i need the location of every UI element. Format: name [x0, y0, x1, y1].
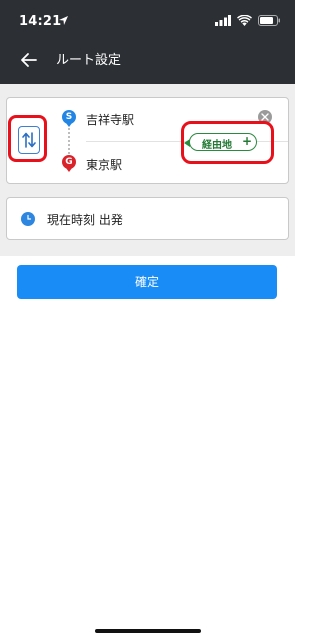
- start-pin-tail: [66, 123, 72, 127]
- start-pin-icon: S: [62, 110, 76, 124]
- status-bar: 14:21: [0, 0, 295, 42]
- goal-pin-tail: [66, 168, 72, 172]
- battery-icon: [258, 15, 280, 26]
- via-highlight-annotation: [181, 121, 274, 164]
- wifi-icon: [237, 15, 252, 26]
- goal-pin-icon: G: [62, 155, 76, 169]
- route-form: S G 吉祥寺駅 東京駅 経由地 + 現在時刻 出発: [0, 84, 295, 256]
- start-station-field[interactable]: 吉祥寺駅: [86, 111, 134, 128]
- header: ルート設定: [0, 42, 295, 84]
- top-bar: 14:21 ルート設定: [0, 0, 295, 84]
- route-settings-screen: 14:21 ルート設定 S G 吉祥寺駅 東京駅 経由地 + 現在時刻 出発 確…: [0, 0, 295, 640]
- status-time: 14:21: [19, 14, 62, 29]
- departure-time-field[interactable]: 現在時刻 出発: [6, 197, 289, 240]
- home-indicator: [95, 629, 201, 633]
- page-title: ルート設定: [56, 53, 122, 68]
- clock-icon: [21, 212, 35, 226]
- cellular-signal-icon: [215, 15, 231, 26]
- route-connector: [68, 128, 70, 154]
- departure-time-label: 現在時刻 出発: [47, 213, 123, 227]
- clear-icon: [261, 113, 269, 121]
- route-card: S G 吉祥寺駅 東京駅 経由地 +: [6, 97, 289, 184]
- status-icons: [215, 15, 281, 26]
- location-arrow-icon: [59, 16, 68, 25]
- goal-station-field[interactable]: 東京駅: [86, 156, 122, 173]
- confirm-button[interactable]: 確定: [17, 265, 277, 299]
- swap-highlight-annotation: [8, 115, 47, 162]
- back-arrow-icon[interactable]: [18, 49, 40, 71]
